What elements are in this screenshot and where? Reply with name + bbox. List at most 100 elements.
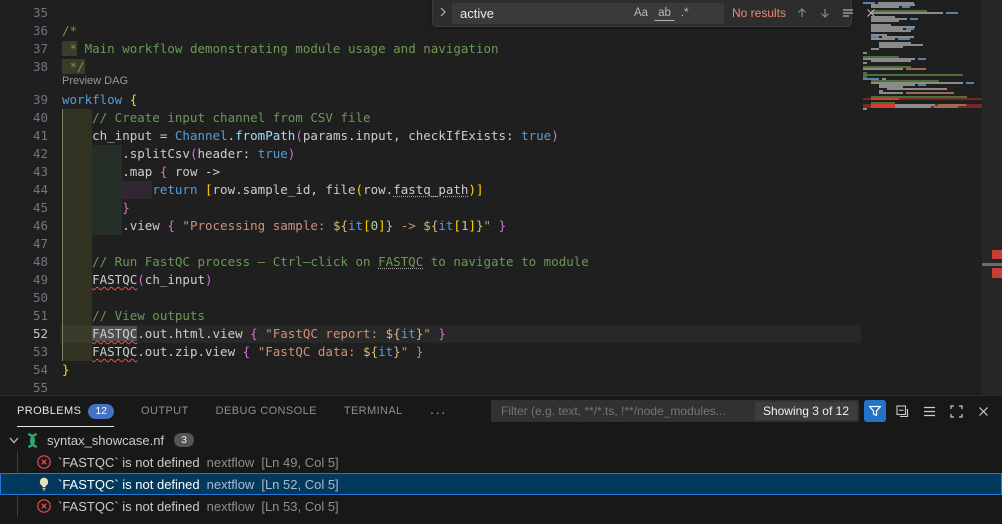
nextflow-file-icon bbox=[24, 433, 41, 448]
match-case-toggle[interactable]: Aa bbox=[630, 6, 652, 20]
code-line-42[interactable]: .splitCsv(header: true) bbox=[62, 145, 1002, 163]
code-line-48[interactable]: // Run FastQC process – Ctrl–click on FA… bbox=[62, 253, 1002, 271]
error-icon bbox=[36, 454, 52, 470]
code-text: // Run FastQC process – Ctrl–click on FA… bbox=[62, 254, 589, 269]
code-text: workflow { bbox=[62, 92, 137, 107]
code-line-39[interactable]: workflow { bbox=[62, 91, 1002, 109]
code-line-53[interactable]: FASTQC.out.zip.view { "FastQC data: ${it… bbox=[62, 343, 1002, 361]
overview-ruler[interactable] bbox=[982, 0, 1002, 396]
code-text: FASTQC.out.html.view { "FastQC report: $… bbox=[62, 326, 446, 341]
code-text: } bbox=[62, 200, 130, 215]
ruler-cursor-mark bbox=[982, 263, 1002, 266]
line-number-41[interactable]: 41 bbox=[0, 127, 48, 145]
line-number-38[interactable]: 38 bbox=[0, 58, 48, 76]
code-line-44[interactable]: return [row.sample_id, file(row.fastq_pa… bbox=[62, 181, 1002, 199]
line-number-45[interactable]: 45 bbox=[0, 199, 48, 217]
codelens-preview-dag[interactable]: Preview DAG bbox=[62, 74, 128, 89]
tab-label: OUTPUT bbox=[141, 405, 189, 417]
code-line-51[interactable]: // View outputs bbox=[62, 307, 1002, 325]
line-number-42[interactable]: 42 bbox=[0, 145, 48, 163]
vscode-window: 35363738 39404142434445464748495051525354… bbox=[0, 0, 1002, 524]
line-number-50[interactable]: 50 bbox=[0, 289, 48, 307]
line-number-52[interactable]: 52 bbox=[0, 325, 48, 343]
code-line-37[interactable]: * Main workflow demonstrating module usa… bbox=[62, 40, 1002, 58]
tab-problems[interactable]: PROBLEMS12 bbox=[17, 396, 114, 427]
code-line-43[interactable]: .map { row -> bbox=[62, 163, 1002, 181]
line-number-53[interactable]: 53 bbox=[0, 343, 48, 361]
line-number-44[interactable]: 44 bbox=[0, 181, 48, 199]
problems-file-name: syntax_showcase.nf bbox=[47, 433, 164, 448]
next-match-icon[interactable] bbox=[818, 6, 832, 20]
toggle-replace-icon[interactable] bbox=[438, 6, 452, 20]
code-area[interactable]: /* * Main workflow demonstrating module … bbox=[62, 0, 1002, 396]
problem-source: nextflow bbox=[207, 477, 255, 492]
line-number-39[interactable]: 39 bbox=[0, 91, 48, 109]
tab-label: TERMINAL bbox=[344, 405, 403, 417]
problem-message: `FASTQC` is not defined bbox=[58, 499, 200, 514]
find-in-selection-icon[interactable] bbox=[841, 6, 855, 20]
maximize-panel-icon[interactable] bbox=[945, 400, 967, 422]
code-line-52[interactable]: FASTQC.out.html.view { "FastQC report: $… bbox=[62, 325, 1002, 343]
code-line-47[interactable] bbox=[62, 235, 1002, 253]
find-input[interactable] bbox=[458, 5, 628, 22]
code-text: .map { row -> bbox=[62, 164, 220, 179]
close-panel-icon[interactable] bbox=[972, 400, 994, 422]
whole-word-toggle[interactable]: ab bbox=[654, 6, 675, 21]
line-number-gutter[interactable]: 35363738 39404142434445464748495051525354… bbox=[0, 0, 48, 396]
line-number-43[interactable]: 43 bbox=[0, 163, 48, 181]
tab-output[interactable]: OUTPUT bbox=[141, 396, 189, 427]
problem-row[interactable]: `FASTQC` is not definednextflow[Ln 49, C… bbox=[0, 451, 1002, 473]
previous-match-icon[interactable] bbox=[795, 6, 809, 20]
editor[interactable]: 35363738 39404142434445464748495051525354… bbox=[0, 0, 1002, 396]
minimap[interactable] bbox=[863, 2, 980, 394]
code-line-49[interactable]: FASTQC(ch_input) bbox=[62, 271, 1002, 289]
view-as-table-icon[interactable] bbox=[918, 400, 940, 422]
code-line-38[interactable]: */ bbox=[62, 58, 1002, 76]
code-line-54[interactable]: } bbox=[62, 361, 1002, 379]
line-number-36[interactable]: 36 bbox=[0, 22, 48, 40]
indent-tint-l1 bbox=[62, 289, 92, 307]
line-number-40[interactable]: 40 bbox=[0, 109, 48, 127]
line-number-46[interactable]: 46 bbox=[0, 217, 48, 235]
code-text: // Create input channel from CSV file bbox=[62, 110, 371, 125]
problem-row[interactable]: `FASTQC` is not definednextflow[Ln 53, C… bbox=[0, 495, 1002, 517]
line-number-37[interactable]: 37 bbox=[0, 40, 48, 58]
more-tabs-icon[interactable]: ··· bbox=[430, 404, 447, 420]
line-number-51[interactable]: 51 bbox=[0, 307, 48, 325]
bottom-panel: PROBLEMS12 OUTPUT DEBUG CONSOLE TERMINAL ···… bbox=[0, 395, 1002, 524]
find-widget: Aa ab .* No results bbox=[432, 0, 852, 27]
regex-toggle[interactable]: .* bbox=[677, 6, 693, 20]
problem-location: [Ln 52, Col 5] bbox=[261, 477, 338, 492]
problem-message: `FASTQC` is not defined bbox=[58, 477, 200, 492]
problem-row[interactable]: `FASTQC` is not defined nextflow [Ln 52, C… bbox=[0, 473, 1002, 495]
code-line-40[interactable]: // Create input channel from CSV file bbox=[62, 109, 1002, 127]
line-number-55[interactable]: 55 bbox=[0, 379, 48, 396]
filter-toggle-button[interactable] bbox=[864, 400, 886, 422]
tab-debug-console[interactable]: DEBUG CONSOLE bbox=[216, 396, 317, 427]
code-line-46[interactable]: .view { "Processing sample: ${it[0]} -> … bbox=[62, 217, 1002, 235]
code-text: } bbox=[62, 362, 70, 377]
code-text: FASTQC(ch_input) bbox=[62, 272, 213, 287]
tab-terminal[interactable]: TERMINAL bbox=[344, 396, 403, 427]
code-line-41[interactable]: ch_input = Channel.fromPath(params.input… bbox=[62, 127, 1002, 145]
code-line-55[interactable] bbox=[62, 379, 1002, 396]
line-number-54[interactable]: 54 bbox=[0, 361, 48, 379]
minimap-row bbox=[863, 110, 980, 112]
problems-filter-box: Showing 3 of 12 bbox=[491, 400, 859, 422]
line-number-35[interactable]: 35 bbox=[0, 4, 48, 22]
problems-file-row[interactable]: syntax_showcase.nf 3 bbox=[0, 429, 1002, 451]
tab-label: DEBUG CONSOLE bbox=[216, 405, 317, 417]
panel-header: PROBLEMS12 OUTPUT DEBUG CONSOLE TERMINAL ···… bbox=[0, 396, 1002, 427]
line-number-48[interactable]: 48 bbox=[0, 253, 48, 271]
line-number-47[interactable]: 47 bbox=[0, 235, 48, 253]
close-find-icon[interactable] bbox=[864, 6, 878, 20]
code-line-45[interactable]: } bbox=[62, 199, 1002, 217]
collapse-all-icon[interactable] bbox=[891, 400, 913, 422]
code-text: FASTQC.out.zip.view { "FastQC data: ${it… bbox=[62, 344, 423, 359]
chevron-down-icon[interactable] bbox=[6, 432, 22, 448]
minimap-row bbox=[863, 74, 980, 76]
code-line-50[interactable] bbox=[62, 289, 1002, 307]
line-number-49[interactable]: 49 bbox=[0, 271, 48, 289]
problems-tree: syntax_showcase.nf 3 `FASTQC` is not def… bbox=[0, 429, 1002, 517]
problems-filter-input[interactable] bbox=[499, 403, 749, 419]
